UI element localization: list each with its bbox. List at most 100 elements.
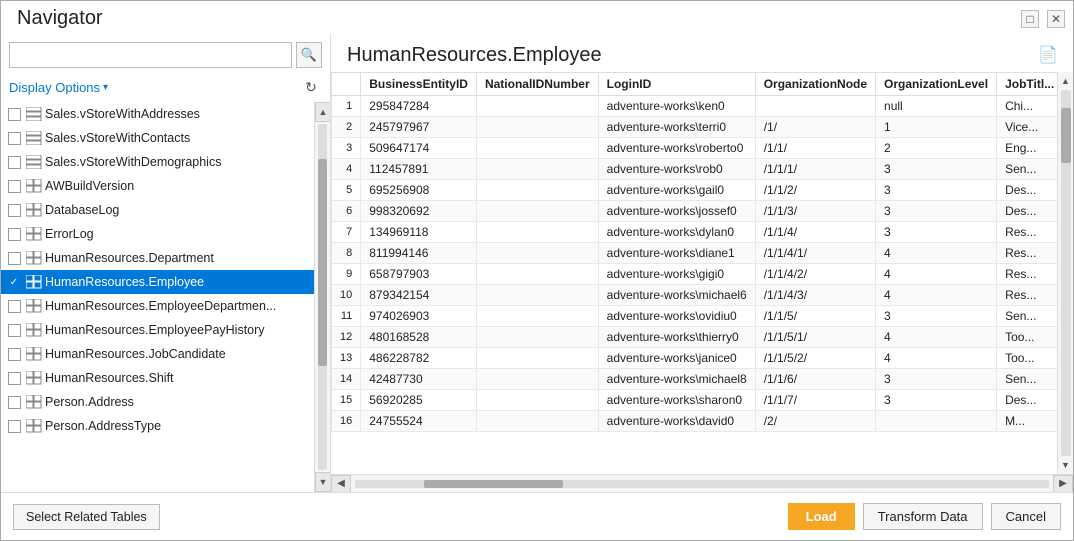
nav-list-container[interactable]: Sales.vStoreWithAddresses Sales.vStoreWit… bbox=[1, 102, 330, 492]
checkbox[interactable] bbox=[8, 132, 21, 145]
horizontal-scroll-bar[interactable]: ◀ ▶ bbox=[331, 474, 1073, 492]
table-row: 3509647174adventure-works\roberto0/1/1/2… bbox=[332, 138, 1058, 159]
row-number: 3 bbox=[332, 138, 361, 159]
table-row: 7134969118adventure-works\dylan0/1/1/4/3… bbox=[332, 222, 1058, 243]
minimize-button[interactable]: □ bbox=[1021, 10, 1039, 28]
checkbox[interactable] bbox=[8, 204, 21, 217]
cancel-button[interactable]: Cancel bbox=[991, 503, 1061, 530]
table-row: 9658797903adventure-works\gigi0/1/1/4/2/… bbox=[332, 264, 1058, 285]
vertical-scrollbar[interactable]: ▲ ▼ bbox=[314, 102, 330, 492]
cell-5-5: 3 bbox=[876, 201, 997, 222]
cell-0-3: adventure-works\ken0 bbox=[598, 96, 755, 117]
right-scroll-down-button[interactable]: ▼ bbox=[1058, 456, 1074, 474]
select-related-button[interactable]: Select Related Tables bbox=[13, 504, 160, 530]
cell-6-5: 3 bbox=[876, 222, 997, 243]
cell-12-6: Too... bbox=[997, 348, 1057, 369]
nav-list: Sales.vStoreWithAddresses Sales.vStoreWit… bbox=[1, 102, 330, 438]
cell-8-2 bbox=[476, 264, 598, 285]
row-number: 12 bbox=[332, 327, 361, 348]
nav-item-hremployeedepartment[interactable]: HumanResources.EmployeeDepartmen... bbox=[1, 294, 330, 318]
table-row: 5695256908adventure-works\gail0/1/1/2/3D… bbox=[332, 180, 1058, 201]
right-vertical-scrollbar[interactable]: ▲ ▼ bbox=[1057, 72, 1073, 474]
checkbox[interactable]: ✓ bbox=[8, 276, 21, 289]
checkbox[interactable] bbox=[8, 420, 21, 433]
nav-item-hrshift[interactable]: HumanResources.Shift bbox=[1, 366, 330, 390]
scroll-left-button[interactable]: ◀ bbox=[331, 475, 351, 493]
scroll-up-button[interactable]: ▲ bbox=[315, 102, 330, 122]
refresh-button[interactable]: ↻ bbox=[300, 76, 322, 98]
table-icon bbox=[23, 299, 45, 313]
nav-item-hrjobcandidate[interactable]: HumanResources.JobCandidate bbox=[1, 342, 330, 366]
cell-14-5: 3 bbox=[876, 390, 997, 411]
cell-2-2 bbox=[476, 138, 598, 159]
display-options-button[interactable]: Display Options ▾ bbox=[9, 80, 108, 95]
nav-item-personaddresstype[interactable]: Person.AddressType bbox=[1, 414, 330, 438]
view-icon bbox=[23, 107, 45, 121]
checkbox[interactable] bbox=[8, 372, 21, 385]
nav-item-salesstorewithcontacts[interactable]: Sales.vStoreWithContacts bbox=[1, 126, 330, 150]
table-scroll-inner[interactable]: BusinessEntityIDNationalIDNumberLoginIDO… bbox=[331, 72, 1057, 474]
row-number: 6 bbox=[332, 201, 361, 222]
nav-item-label: HumanResources.Department bbox=[45, 251, 322, 265]
checkbox[interactable] bbox=[8, 396, 21, 409]
checkbox[interactable] bbox=[8, 228, 21, 241]
cell-9-5: 4 bbox=[876, 285, 997, 306]
cell-15-3: adventure-works\david0 bbox=[598, 411, 755, 432]
cell-5-3: adventure-works\jossef0 bbox=[598, 201, 755, 222]
scroll-down-button[interactable]: ▼ bbox=[315, 472, 330, 492]
cell-7-4: /1/1/4/1/ bbox=[755, 243, 875, 264]
scroll-right-button[interactable]: ▶ bbox=[1053, 475, 1073, 493]
right-scroll-up-button[interactable]: ▲ bbox=[1058, 72, 1074, 90]
nav-item-hremployee[interactable]: ✓HumanResources.Employee bbox=[1, 270, 330, 294]
table-row: 10879342154adventure-works\michael6/1/1/… bbox=[332, 285, 1058, 306]
nav-item-hremployeepayhistory[interactable]: HumanResources.EmployeePayHistory bbox=[1, 318, 330, 342]
table-icon bbox=[23, 323, 45, 337]
cell-1-5: 1 bbox=[876, 117, 997, 138]
cell-14-2 bbox=[476, 390, 598, 411]
preview-doc-button[interactable]: 📄 bbox=[1035, 42, 1061, 68]
cell-3-6: Sen... bbox=[997, 159, 1057, 180]
checkbox-area bbox=[5, 369, 23, 387]
table-row: 11974026903adventure-works\ovidiu0/1/1/5… bbox=[332, 306, 1058, 327]
search-button[interactable]: 🔍 bbox=[296, 42, 322, 68]
cell-4-2 bbox=[476, 180, 598, 201]
transform-data-button[interactable]: Transform Data bbox=[863, 503, 983, 530]
table-icon bbox=[23, 251, 45, 265]
cell-13-4: /1/1/6/ bbox=[755, 369, 875, 390]
nav-item-awbuildversion[interactable]: AWBuildVersion bbox=[1, 174, 330, 198]
checkbox[interactable] bbox=[8, 108, 21, 121]
checkbox[interactable] bbox=[8, 252, 21, 265]
cell-11-2 bbox=[476, 327, 598, 348]
table-row: 1624755524adventure-works\david0/2/M... bbox=[332, 411, 1058, 432]
checkbox[interactable] bbox=[8, 348, 21, 361]
cell-9-3: adventure-works\michael6 bbox=[598, 285, 755, 306]
search-input[interactable] bbox=[9, 42, 292, 68]
nav-item-label: Sales.vStoreWithContacts bbox=[45, 131, 322, 145]
close-button[interactable]: ✕ bbox=[1047, 10, 1065, 28]
checkbox[interactable] bbox=[8, 324, 21, 337]
col-header-1: NationalIDNumber bbox=[476, 73, 598, 96]
cell-11-5: 4 bbox=[876, 327, 997, 348]
cell-14-1: 56920285 bbox=[361, 390, 477, 411]
checkbox[interactable] bbox=[8, 156, 21, 169]
table-icon bbox=[23, 395, 45, 409]
table-icon bbox=[23, 203, 45, 217]
footer-left: Select Related Tables bbox=[13, 504, 160, 530]
nav-item-errorlog[interactable]: ErrorLog bbox=[1, 222, 330, 246]
checkbox[interactable] bbox=[8, 180, 21, 193]
load-button[interactable]: Load bbox=[788, 503, 855, 530]
checkbox-area bbox=[5, 177, 23, 195]
nav-item-personaddress[interactable]: Person.Address bbox=[1, 390, 330, 414]
cell-10-6: Sen... bbox=[997, 306, 1057, 327]
cell-4-4: /1/1/2/ bbox=[755, 180, 875, 201]
cell-2-3: adventure-works\roberto0 bbox=[598, 138, 755, 159]
nav-item-salesstorewithdemographics[interactable]: Sales.vStoreWithDemographics bbox=[1, 150, 330, 174]
window-title: Navigator bbox=[17, 7, 103, 30]
nav-item-hrdepartment[interactable]: HumanResources.Department bbox=[1, 246, 330, 270]
cell-15-6: M... bbox=[997, 411, 1057, 432]
nav-item-databaselog[interactable]: DatabaseLog bbox=[1, 198, 330, 222]
nav-item-salesstorewithaddresses[interactable]: Sales.vStoreWithAddresses bbox=[1, 102, 330, 126]
cell-12-4: /1/1/5/2/ bbox=[755, 348, 875, 369]
chevron-down-icon: ▾ bbox=[103, 82, 108, 93]
checkbox[interactable] bbox=[8, 300, 21, 313]
